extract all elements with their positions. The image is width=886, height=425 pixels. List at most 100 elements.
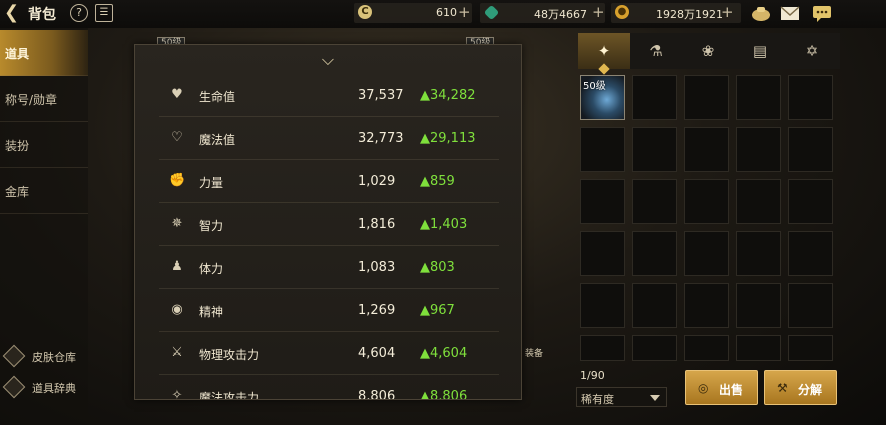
gem-icon xyxy=(483,4,500,21)
stat-value: 1,083 xyxy=(358,260,396,275)
mail-icon[interactable] xyxy=(779,3,801,23)
treasure-icon[interactable] xyxy=(750,3,772,23)
intelligence-icon: ✵ xyxy=(171,216,183,231)
currency-gold: ● 1928万1921 + xyxy=(611,3,741,23)
inventory-slot-item[interactable]: 50级 xyxy=(580,75,625,120)
tab-titles-label: 称号/勋章 xyxy=(5,93,58,107)
top-bar: ❮ 背包 ? ☰ C 610 + 48万4667 + ● 1928万1921 + xyxy=(0,0,886,28)
stat-row: ✧ 魔法攻击力 8,806 ▲8,806 xyxy=(159,375,499,400)
fist-icon: ✊ xyxy=(169,173,186,188)
tab-costume[interactable]: 装扮 xyxy=(0,122,88,168)
stat-value: 4,604 xyxy=(358,346,396,361)
chat-icon[interactable] xyxy=(811,3,833,23)
back-arrow-icon[interactable]: ❮ xyxy=(4,3,24,23)
inventory-slot[interactable] xyxy=(632,127,677,172)
coins-icon: ◎ xyxy=(698,381,709,395)
sell-button[interactable]: ◎ 出售 xyxy=(685,370,758,405)
sell-button-label: 出售 xyxy=(719,383,744,397)
tab-items[interactable]: 道具 xyxy=(0,30,88,76)
gold-coin-icon: C xyxy=(358,5,372,19)
inventory-slot[interactable] xyxy=(632,231,677,276)
stat-delta: ▲967 xyxy=(420,303,455,318)
stat-value: 1,029 xyxy=(358,174,396,189)
inventory-slot[interactable] xyxy=(580,283,625,328)
inventory-slot[interactable] xyxy=(580,127,625,172)
inventory-capacity: 1/90 xyxy=(580,369,605,382)
stat-row: ✊ 力量 1,029 ▲859 xyxy=(159,160,499,203)
stat-name: 魔法值 xyxy=(199,133,236,147)
inventory-slot[interactable] xyxy=(736,75,781,120)
inventory-slot[interactable] xyxy=(736,231,781,276)
currency-gem-value: 48万4667 xyxy=(534,8,587,21)
inventory-slot[interactable] xyxy=(580,231,625,276)
card-icon[interactable]: ▤ xyxy=(734,33,786,69)
inventory-slot[interactable] xyxy=(684,127,729,172)
heart-outline-icon: ♡ xyxy=(171,130,183,145)
inventory-slot[interactable] xyxy=(684,179,729,224)
chevron-down-icon[interactable]: ⌵ xyxy=(317,52,339,68)
equip-side-label[interactable]: 装备 xyxy=(521,346,547,368)
currency-gem: 48万4667 + xyxy=(480,3,605,23)
encyclopedia-icon[interactable]: ☰ xyxy=(95,4,113,22)
inventory-slot[interactable] xyxy=(684,335,729,361)
stat-delta: ▲859 xyxy=(420,174,455,189)
inventory-slot[interactable] xyxy=(684,283,729,328)
inventory-slot[interactable] xyxy=(788,179,833,224)
inventory-slot[interactable] xyxy=(632,283,677,328)
add-gem-button[interactable]: + xyxy=(592,3,605,21)
vitality-icon: ♟ xyxy=(171,259,183,274)
stat-name: 智力 xyxy=(199,219,224,233)
stat-name: 物理攻击力 xyxy=(199,348,260,362)
inventory-slot[interactable] xyxy=(788,231,833,276)
stat-row: ♟ 体力 1,083 ▲803 xyxy=(159,246,499,289)
stat-delta: ▲29,113 xyxy=(420,131,476,146)
add-coin-button[interactable]: + xyxy=(458,3,471,21)
inventory-slot[interactable] xyxy=(788,335,833,361)
stat-value: 32,773 xyxy=(358,131,404,146)
inventory-slot[interactable] xyxy=(736,335,781,361)
inventory-tabs: ✦ ⚗ ❀ ▤ ✡ xyxy=(578,33,840,69)
item-level-label: 50级 xyxy=(583,81,606,92)
stat-value: 8,806 xyxy=(358,389,396,400)
heart-icon: ♥ xyxy=(171,87,183,102)
equipment-icon[interactable]: ✦ xyxy=(578,33,630,69)
inventory-slot[interactable] xyxy=(632,335,677,361)
inventory-slot[interactable] xyxy=(580,179,625,224)
inventory-slot[interactable] xyxy=(632,179,677,224)
stat-row: ♥ 生命值 37,537 ▲34,282 xyxy=(159,74,499,117)
stats-comparison-panel: ⌵ ♥ 生命值 37,537 ▲34,282 ♡ 魔法值 32,773 ▲29,… xyxy=(134,44,522,400)
currency-coin-value: 610 xyxy=(436,6,457,19)
tab-vault-label: 金库 xyxy=(5,185,30,199)
inventory-slot[interactable] xyxy=(736,179,781,224)
stat-name: 精神 xyxy=(199,305,224,319)
inventory-slot[interactable] xyxy=(736,283,781,328)
stat-delta: ▲34,282 xyxy=(420,88,476,103)
stat-delta: ▲803 xyxy=(420,260,455,275)
decompose-button[interactable]: ⚒ 分解 xyxy=(764,370,837,405)
question-icon[interactable]: ? xyxy=(70,4,88,22)
sort-dropdown[interactable]: 稀有度 xyxy=(576,387,667,407)
inventory-slot[interactable] xyxy=(788,127,833,172)
tab-costume-label: 装扮 xyxy=(5,139,30,153)
potion-icon[interactable]: ⚗ xyxy=(630,33,682,69)
special-icon[interactable]: ✡ xyxy=(786,33,838,69)
stat-value: 1,816 xyxy=(358,217,396,232)
stat-delta: ▲8,806 xyxy=(420,389,468,400)
tab-vault[interactable]: 金库 xyxy=(0,168,88,214)
currency-coin: C 610 + xyxy=(354,3,472,23)
item-dictionary-label: 道具辞典 xyxy=(32,382,76,395)
sword-icon: ⚔ xyxy=(171,345,183,360)
stat-delta: ▲1,403 xyxy=(420,217,468,232)
inventory-slot[interactable] xyxy=(736,127,781,172)
stat-name: 力量 xyxy=(199,176,224,190)
tab-titles-medals[interactable]: 称号/勋章 xyxy=(0,76,88,122)
add-gold-button[interactable]: + xyxy=(721,3,734,21)
inventory-slot[interactable] xyxy=(580,335,625,361)
inventory-slot[interactable] xyxy=(788,283,833,328)
inventory-slot[interactable] xyxy=(632,75,677,120)
spirit-icon: ◉ xyxy=(171,302,183,317)
material-icon[interactable]: ❀ xyxy=(682,33,734,69)
inventory-slot[interactable] xyxy=(788,75,833,120)
inventory-slot[interactable] xyxy=(684,231,729,276)
inventory-slot[interactable] xyxy=(684,75,729,120)
